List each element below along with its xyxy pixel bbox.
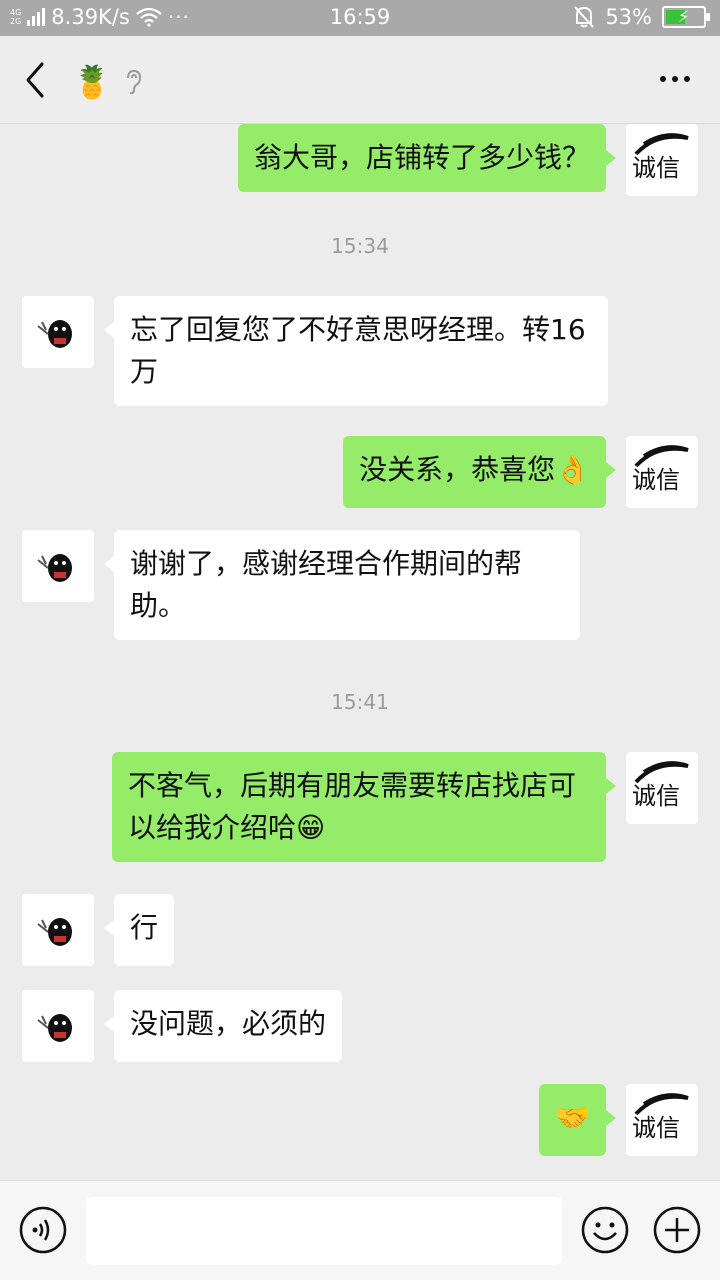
my-avatar[interactable]: 诚信 bbox=[626, 752, 698, 824]
svg-text:诚信: 诚信 bbox=[632, 782, 680, 810]
message-bubble-other[interactable]: 谢谢了，感谢经理合作期间的帮助。 bbox=[104, 530, 580, 640]
status-bar: 4G 2G 8.39K/s ··· 16:59 53% ⚡ bbox=[0, 0, 720, 36]
cartoon-character-icon bbox=[37, 918, 72, 946]
voice-input-button[interactable] bbox=[18, 1205, 68, 1255]
timestamp: 15:34 bbox=[331, 234, 389, 258]
contact-name-icon: 🍍 bbox=[72, 63, 112, 101]
cartoon-character-icon bbox=[37, 320, 72, 348]
my-avatar[interactable]: 诚信 bbox=[626, 436, 698, 508]
brush-calligraphy-icon: 诚信 bbox=[632, 133, 689, 182]
message-bubble-other[interactable]: 没问题，必须的 bbox=[103, 990, 343, 1062]
timestamp: 15:41 bbox=[331, 690, 389, 714]
cartoon-character-icon bbox=[37, 1014, 72, 1042]
message-text: 没关系，恭喜您 bbox=[359, 453, 556, 486]
input-bar bbox=[0, 1180, 720, 1280]
my-avatar[interactable]: 诚信 bbox=[626, 1084, 698, 1156]
back-button[interactable] bbox=[20, 58, 50, 102]
message-text: 忘了回复您了不好意思呀经理。转16万 bbox=[130, 313, 586, 388]
battery-percent: 53% bbox=[605, 5, 652, 29]
ear-icon bbox=[127, 69, 142, 95]
message-input[interactable] bbox=[86, 1197, 562, 1265]
battery-icon: ⚡ bbox=[662, 6, 710, 28]
grin-icon: 😁 bbox=[296, 811, 326, 844]
message-bubble-other[interactable]: 行 bbox=[103, 894, 175, 966]
mute-bell-icon bbox=[574, 6, 595, 28]
contact-avatar[interactable] bbox=[22, 530, 94, 602]
svg-text:诚信: 诚信 bbox=[632, 1114, 680, 1142]
message-bubble-other[interactable]: 忘了回复您了不好意思呀经理。转16万 bbox=[104, 296, 608, 406]
message-bubble-me[interactable]: 没关系，恭喜您👌 bbox=[343, 436, 616, 508]
contact-avatar[interactable] bbox=[22, 296, 94, 368]
more-options-button[interactable] bbox=[660, 76, 690, 82]
contact-avatar[interactable] bbox=[22, 990, 94, 1062]
my-avatar[interactable]: 诚信 bbox=[626, 124, 698, 196]
emoji-button[interactable] bbox=[580, 1205, 630, 1255]
svg-text:诚信: 诚信 bbox=[632, 466, 680, 494]
message-bubble-me[interactable]: 翁大哥，店铺转了多少钱？ bbox=[237, 124, 617, 192]
svg-text:诚信: 诚信 bbox=[632, 154, 680, 182]
message-text: 翁大哥，店铺转了多少钱？ bbox=[253, 141, 590, 174]
message-text: 不客气，后期有朋友需要转店找店可以给我介绍哈 bbox=[128, 769, 577, 844]
message-bubble-me[interactable]: 不客气，后期有朋友需要转店找店可以给我介绍哈😁 bbox=[112, 752, 616, 862]
ok-hand-icon: 👌 bbox=[555, 453, 590, 486]
message-text: 行 bbox=[130, 911, 159, 944]
more-functions-button[interactable] bbox=[652, 1205, 702, 1255]
message-text: 没问题，必须的 bbox=[130, 1007, 327, 1040]
status-right: 53% ⚡ bbox=[573, 5, 710, 29]
contact-avatar[interactable] bbox=[22, 894, 94, 966]
message-bubble-me[interactable]: 🤝 bbox=[539, 1084, 616, 1156]
brush-calligraphy-icon: 诚信 bbox=[632, 445, 689, 494]
handshake-icon: 🤝 bbox=[555, 1101, 590, 1134]
brush-calligraphy-icon: 诚信 bbox=[632, 1093, 689, 1142]
cartoon-character-icon bbox=[37, 554, 72, 582]
message-text: 谢谢了，感谢经理合作期间的帮助。 bbox=[130, 547, 523, 622]
chat-area[interactable]: 诚信 翁大哥，店铺转了多少钱？ 15:34 忘了回复您了不好意思呀经理。转16万 bbox=[0, 124, 720, 1180]
chat-header: 🍍 bbox=[0, 36, 720, 124]
brush-calligraphy-icon: 诚信 bbox=[632, 761, 689, 810]
